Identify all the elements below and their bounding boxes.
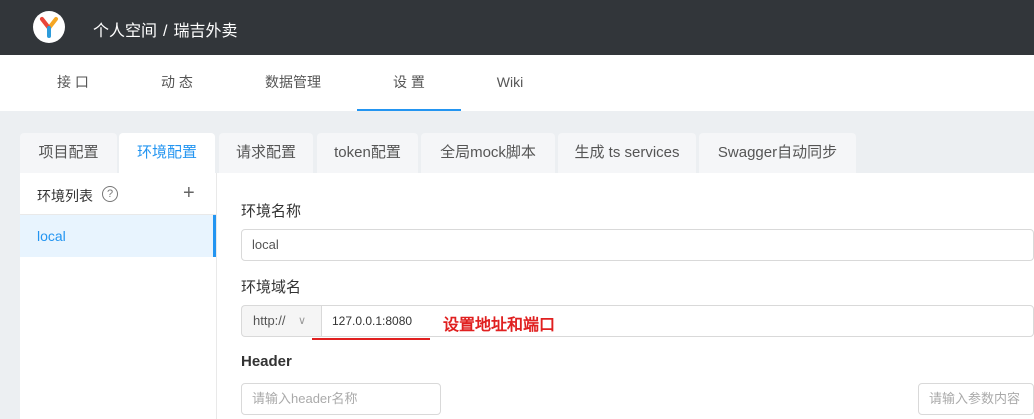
env-domain-label: 环境域名 bbox=[241, 279, 302, 296]
header-name-input[interactable]: 请输入header名称 bbox=[241, 383, 441, 415]
breadcrumb-group[interactable]: 个人空间 bbox=[93, 23, 157, 40]
protocol-value: http:// bbox=[253, 313, 286, 328]
env-form: 环境名称 local 环境域名 http:// ∨ 127.0.0.1:8080… bbox=[241, 173, 1034, 419]
yapi-logo-icon[interactable] bbox=[33, 11, 65, 43]
top-bar: 个人空间 / 瑞吉外卖 bbox=[0, 0, 1034, 55]
protocol-select[interactable]: http:// ∨ bbox=[241, 305, 321, 337]
tab-token-config[interactable]: token配置 bbox=[317, 133, 418, 173]
env-item-label: local bbox=[37, 228, 66, 244]
project-nav: 接 口 动 态 数据管理 设 置 Wiki bbox=[0, 55, 1034, 111]
breadcrumb-project[interactable]: 瑞吉外卖 bbox=[173, 23, 237, 40]
breadcrumb: 个人空间 / 瑞吉外卖 bbox=[93, 17, 237, 41]
annotation-underline bbox=[312, 338, 430, 340]
nav-tab-settings[interactable]: 设 置 bbox=[357, 55, 461, 111]
env-list-title: 环境列表 bbox=[37, 188, 93, 204]
header-value-input[interactable]: 请输入参数内容 bbox=[918, 383, 1034, 415]
env-name-input[interactable]: local bbox=[241, 229, 1034, 261]
nav-tab-interface[interactable]: 接 口 bbox=[37, 55, 109, 111]
env-list-item[interactable]: local bbox=[20, 215, 216, 257]
tab-generate-ts-services[interactable]: 生成 ts services bbox=[558, 133, 696, 173]
chevron-down-icon: ∨ bbox=[298, 315, 307, 327]
nav-tab-wiki[interactable]: Wiki bbox=[483, 55, 537, 111]
annotation-text: 设置地址和端口 bbox=[443, 315, 556, 334]
env-domain-input[interactable]: 127.0.0.1:8080 bbox=[321, 305, 1034, 337]
env-name-label: 环境名称 bbox=[241, 203, 302, 220]
env-config-panel: 环境列表 ? + local 环境名称 local 环境域名 http:// ∨… bbox=[20, 173, 1034, 419]
tab-project-config[interactable]: 项目配置 bbox=[20, 133, 117, 173]
tab-global-mock-script[interactable]: 全局mock脚本 bbox=[421, 133, 555, 173]
env-list: 环境列表 ? + local bbox=[20, 173, 217, 419]
tab-swagger-sync[interactable]: Swagger自动同步 bbox=[699, 133, 856, 173]
question-circle-icon[interactable]: ? bbox=[102, 186, 118, 202]
nav-tab-data-management[interactable]: 数据管理 bbox=[251, 55, 335, 111]
header-label: Header bbox=[241, 353, 292, 370]
env-list-header: 环境列表 ? + bbox=[20, 173, 216, 215]
nav-tab-activity[interactable]: 动 态 bbox=[141, 55, 213, 111]
breadcrumb-separator: / bbox=[163, 23, 168, 40]
tab-env-config[interactable]: 环境配置 bbox=[119, 133, 215, 173]
plus-icon[interactable]: + bbox=[183, 181, 195, 205]
tab-request-config[interactable]: 请求配置 bbox=[219, 133, 313, 173]
